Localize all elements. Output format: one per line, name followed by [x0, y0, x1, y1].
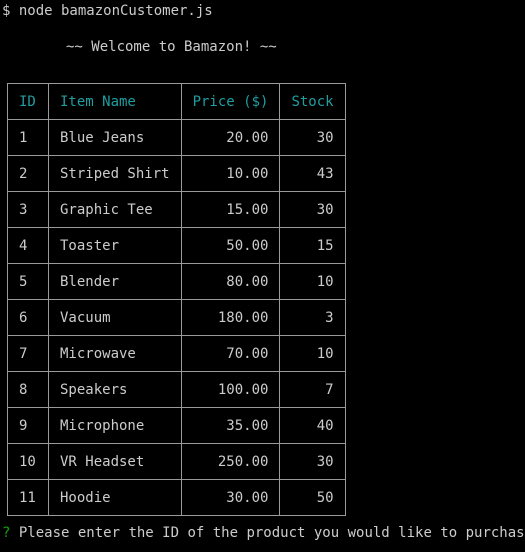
- table-row: 9 Microphone 35.00 40: [7, 407, 346, 444]
- cell-price: 100.00: [180, 371, 281, 408]
- cell-id: 3: [7, 191, 49, 228]
- cell-id: 10: [7, 443, 49, 480]
- cell-price: 35.00: [180, 407, 281, 444]
- cell-item-name: Toaster: [48, 227, 182, 264]
- cell-price: 30.00: [180, 479, 281, 516]
- header-id: ID: [7, 83, 49, 120]
- cell-stock: 15: [279, 227, 346, 264]
- cell-stock: 10: [279, 335, 346, 372]
- table-row: 1 Blue Jeans 20.00 30: [7, 119, 346, 156]
- cell-id: 6: [7, 299, 49, 336]
- header-stock: Stock: [279, 83, 346, 120]
- cell-price: 50.00: [180, 227, 281, 264]
- cell-item-name: Speakers: [48, 371, 182, 408]
- cell-id: 1: [7, 119, 49, 156]
- welcome-banner: ~~ Welcome to Bamazon! ~~: [66, 39, 277, 55]
- cell-id: 9: [7, 407, 49, 444]
- purchase-prompt-text: Please enter the ID of the product you w…: [10, 525, 525, 541]
- cell-item-name: Blue Jeans: [48, 119, 182, 156]
- cell-item-name: Blender: [48, 263, 182, 300]
- cell-id: 7: [7, 335, 49, 372]
- cell-stock: 30: [279, 443, 346, 480]
- previous-output-border: [230, 0, 340, 1]
- cell-stock: 7: [279, 371, 346, 408]
- cell-id: 11: [7, 479, 49, 516]
- cell-stock: 3: [279, 299, 346, 336]
- cell-price: 15.00: [180, 191, 281, 228]
- cell-item-name: Striped Shirt: [48, 155, 182, 192]
- table-row: 8 Speakers 100.00 7: [7, 371, 346, 408]
- table-row: 10 VR Headset 250.00 30: [7, 443, 346, 480]
- table-row: 7 Microwave 70.00 10: [7, 335, 346, 372]
- cell-price: 10.00: [180, 155, 281, 192]
- table-row: 5 Blender 80.00 10: [7, 263, 346, 300]
- table-row: 11 Hoodie 30.00 50: [7, 479, 346, 516]
- cell-id: 8: [7, 371, 49, 408]
- cell-price: 80.00: [180, 263, 281, 300]
- cell-stock: 30: [279, 119, 346, 156]
- cell-id: 4: [7, 227, 49, 264]
- cell-stock: 30: [279, 191, 346, 228]
- header-price: Price ($): [180, 83, 281, 120]
- products-table: ID Item Name Price ($) Stock 1 Blue Jeans…: [7, 83, 346, 516]
- command-prompt: $ node bamazonCustomer.js: [2, 3, 213, 19]
- table-row: 2 Striped Shirt 10.00 43: [7, 155, 346, 192]
- cell-item-name: Microwave: [48, 335, 182, 372]
- cell-price: 180.00: [180, 299, 281, 336]
- cell-id: 2: [7, 155, 49, 192]
- cell-item-name: Graphic Tee: [48, 191, 182, 228]
- cell-item-name: Vacuum: [48, 299, 182, 336]
- cell-stock: 40: [279, 407, 346, 444]
- cell-item-name: VR Headset: [48, 443, 182, 480]
- header-item-name: Item Name: [48, 83, 182, 120]
- cell-item-name: Hoodie: [48, 479, 182, 516]
- cell-price: 70.00: [180, 335, 281, 372]
- table-row: 4 Toaster 50.00 15: [7, 227, 346, 264]
- cell-price: 250.00: [180, 443, 281, 480]
- cell-id: 5: [7, 263, 49, 300]
- table-row: 6 Vacuum 180.00 3: [7, 299, 346, 336]
- cell-stock: 10: [279, 263, 346, 300]
- table-row: 3 Graphic Tee 15.00 30: [7, 191, 346, 228]
- table-header-row: ID Item Name Price ($) Stock: [7, 83, 346, 120]
- purchase-prompt[interactable]: ? Please enter the ID of the product you…: [2, 524, 525, 542]
- cell-stock: 43: [279, 155, 346, 192]
- cell-price: 20.00: [180, 119, 281, 156]
- cell-stock: 50: [279, 479, 346, 516]
- cell-item-name: Microphone: [48, 407, 182, 444]
